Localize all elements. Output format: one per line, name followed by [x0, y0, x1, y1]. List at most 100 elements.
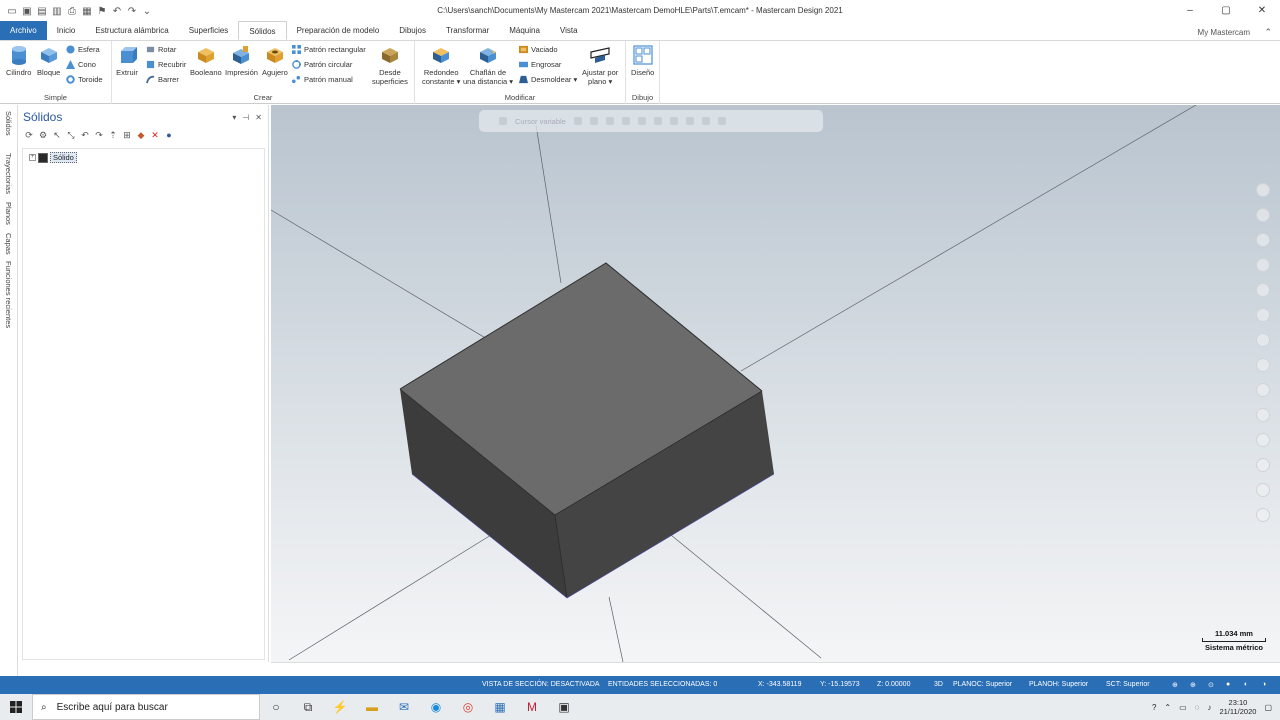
diseno-button[interactable]: Diseño [631, 44, 654, 77]
notifications-icon[interactable]: ▢ [1264, 703, 1272, 712]
snap-icon-7[interactable] [669, 117, 678, 125]
hide-icon[interactable] [1256, 508, 1270, 522]
impresion-button[interactable]: Impresión [225, 44, 258, 77]
chaflan-button[interactable]: Chaflán de una distancia ▾ [463, 44, 513, 86]
zoom-window-icon[interactable] [1256, 208, 1270, 222]
help-icon[interactable]: ● [164, 130, 174, 140]
mail-icon[interactable]: ✉ [388, 694, 420, 720]
select-filter-icon[interactable] [499, 117, 507, 125]
save-icon[interactable]: ▣ [21, 5, 33, 17]
view-top-icon[interactable] [1256, 308, 1270, 322]
snap-icon-8[interactable] [685, 117, 694, 125]
status-planoh[interactable]: PLANOH: Superior [1029, 681, 1088, 688]
view-iso-icon[interactable] [1256, 358, 1270, 372]
save-as-icon[interactable]: ▥ [51, 5, 63, 17]
volume-icon[interactable]: ♪ [1207, 703, 1211, 712]
tab-solidos[interactable]: Sólidos [238, 21, 287, 40]
file-explorer-icon[interactable]: ▬ [356, 694, 388, 720]
ajustar-por-plano-button[interactable]: Ajustar por plano ▾ [582, 44, 618, 86]
calendar-icon[interactable]: ▦ [484, 694, 516, 720]
esfera-button[interactable]: Esfera [66, 45, 100, 54]
snap-icon-4[interactable] [621, 117, 630, 125]
shaded-view-icon[interactable]: ● [1226, 681, 1230, 688]
side-tab-trayectorias[interactable]: Trayectorias [4, 153, 13, 194]
viewport-horizontal-scrollbar[interactable] [271, 662, 1280, 676]
tree-item-solido[interactable]: + Sólido [29, 152, 77, 163]
new-file-icon[interactable]: ▭ [6, 5, 18, 17]
analyze-icon[interactable] [1256, 458, 1270, 472]
undo-solid-icon[interactable]: ↶ [80, 130, 90, 140]
collapse-ribbon-icon[interactable]: ⌃ [1264, 27, 1272, 38]
snap-icon-6[interactable] [653, 117, 662, 125]
snap-icon-1[interactable] [573, 117, 582, 125]
redo-solid-icon[interactable]: ↷ [94, 130, 104, 140]
print-icon[interactable]: ⎙ [66, 5, 78, 17]
battery-icon[interactable]: ▭ [1179, 703, 1187, 712]
taskbar-search-input[interactable]: ⌕ Escribe aquí para buscar [32, 694, 260, 720]
color-mode-icon[interactable] [1256, 433, 1270, 447]
extruir-button[interactable]: Extruir [116, 44, 138, 77]
redo-icon[interactable]: ↷ [126, 5, 138, 17]
recubrir-button[interactable]: Recubrir [146, 60, 186, 69]
pin-icon[interactable]: ⚑ [96, 5, 108, 17]
show-hidden-icon[interactable]: ⌃ [1164, 703, 1171, 712]
customize-qat-icon[interactable]: ⌄ [141, 5, 153, 17]
tab-inicio[interactable]: Inicio [47, 21, 86, 40]
status-z-coord[interactable]: Z: 0.00000 [877, 681, 910, 688]
move-up-icon[interactable]: ⇡ [108, 130, 118, 140]
redondeo-constante-button[interactable]: Redondeo constante ▾ [422, 44, 460, 86]
visual-studio-icon[interactable]: ⚡ [324, 694, 356, 720]
regenerate-dirty-icon[interactable]: ⚙ [38, 130, 48, 140]
tab-transformar[interactable]: Transformar [436, 21, 499, 40]
clear-colors-icon[interactable] [1256, 483, 1270, 497]
panel-menu-icon[interactable]: ▾ [232, 113, 236, 122]
restore-button[interactable]: ▢ [1208, 0, 1244, 20]
taskbar-clock[interactable]: 23:10 21/11/2020 [1219, 698, 1256, 716]
status-mode[interactable]: 3D [934, 681, 943, 688]
expand-icon[interactable]: + [29, 154, 36, 161]
patron-circular-button[interactable]: Patrón circular [292, 60, 352, 69]
agujero-button[interactable]: Agujero [262, 44, 288, 77]
panel-close-icon[interactable]: ✕ [255, 113, 262, 122]
patron-rectangular-button[interactable]: Patrón rectangular [292, 45, 366, 54]
undo-icon[interactable]: ↶ [111, 5, 123, 17]
tab-preparacion-modelo[interactable]: Preparación de modelo [287, 21, 390, 40]
my-mastercam-link[interactable]: My Mastercam [1198, 28, 1250, 37]
tab-estructura-alambrica[interactable]: Estructura alámbrica [85, 21, 178, 40]
cono-button[interactable]: Cono [66, 60, 96, 69]
print-preview-icon[interactable]: ▦ [81, 5, 93, 17]
mastercam-icon[interactable]: M [516, 694, 548, 720]
side-tab-solidos[interactable]: Sólidos [4, 111, 13, 136]
engrosar-button[interactable]: Engrosar [519, 60, 561, 69]
solid-block[interactable] [399, 262, 775, 599]
tab-dibujos[interactable]: Dibujos [389, 21, 436, 40]
delete-icon[interactable]: ✕ [150, 130, 160, 140]
snap-icon-3[interactable] [605, 117, 614, 125]
bloque-button[interactable]: Bloque [37, 44, 60, 77]
cortana-icon[interactable]: ○ [260, 694, 292, 720]
start-button[interactable] [0, 694, 32, 720]
globe-icon[interactable]: ⊕ [1172, 681, 1178, 689]
patron-manual-button[interactable]: Patrón manual [292, 75, 353, 84]
snap-icon-9[interactable] [701, 117, 710, 125]
barrer-button[interactable]: Barrer [146, 75, 179, 84]
cursor-variable-label[interactable]: Cursor variable [515, 117, 566, 126]
chrome-icon[interactable]: ◎ [452, 694, 484, 720]
regenerate-all-icon[interactable]: ⟳ [24, 130, 34, 140]
snap-icon-5[interactable] [637, 117, 646, 125]
rotar-button[interactable]: Rotar [146, 45, 176, 54]
snap-icon-10[interactable] [717, 117, 726, 125]
mastercam-window-icon[interactable]: ▣ [548, 694, 580, 720]
status-section-view[interactable]: VISTA DE SECCIÓN: DESACTIVADA [482, 681, 600, 688]
desmoldear-button[interactable]: Desmoldear ▾ [519, 75, 577, 84]
toroide-button[interactable]: Toroide [66, 75, 103, 84]
edge-icon[interactable]: ◉ [420, 694, 452, 720]
network-icon[interactable]: ◌ [1195, 703, 1200, 712]
fit-icon[interactable] [1256, 283, 1270, 297]
tab-archivo[interactable]: Archivo [0, 21, 47, 40]
view-cube-icon[interactable]: ⊙ [1208, 681, 1214, 689]
task-view-icon[interactable]: ⧉ [292, 694, 324, 720]
snap-icon-2[interactable] [589, 117, 598, 125]
tree-options-icon[interactable]: ⊞ [122, 130, 132, 140]
tab-vista[interactable]: Vista [550, 21, 588, 40]
